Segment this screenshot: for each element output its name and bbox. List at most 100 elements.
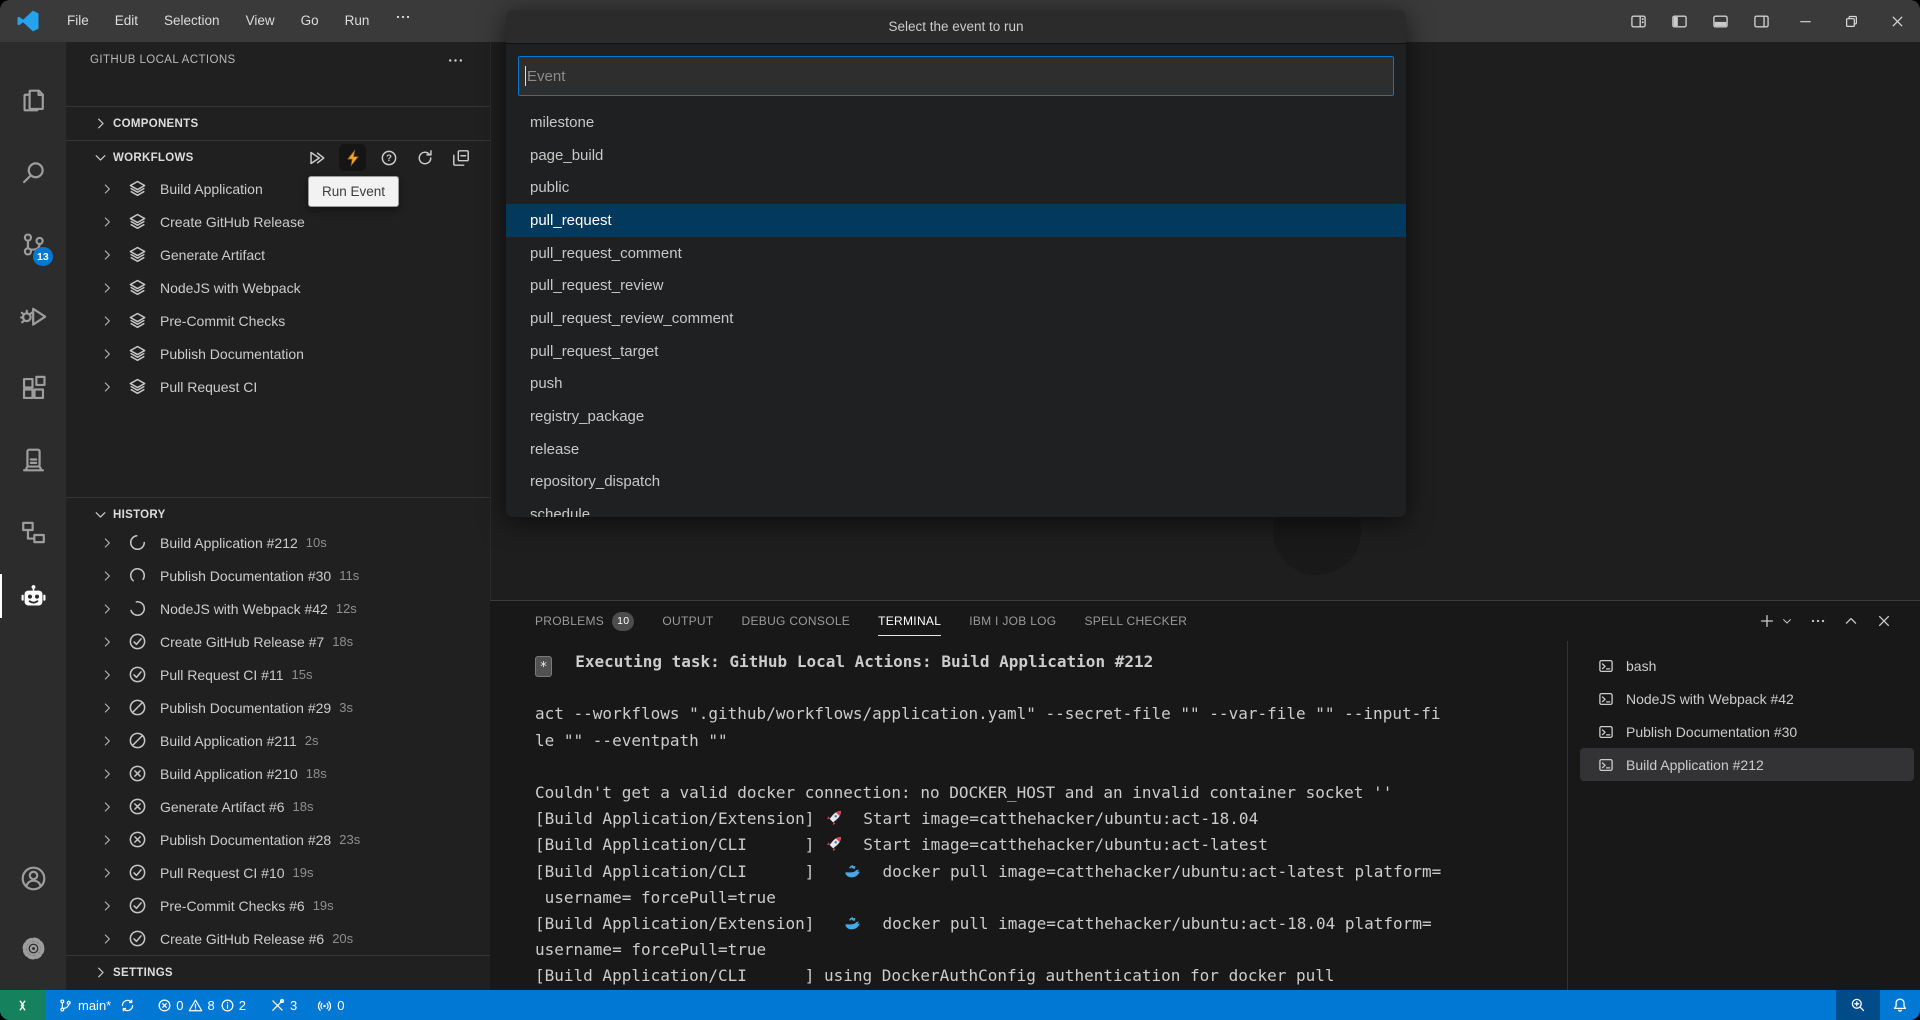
restore-button[interactable]	[1828, 0, 1874, 42]
panel-tab-terminal[interactable]: TERMINAL	[878, 601, 941, 641]
broadcast-status-item[interactable]: 0	[310, 990, 351, 1020]
quickpick-item-milestone[interactable]: milestone	[506, 106, 1406, 139]
terminal-line: [Build Application/CLI ] using DockerAut…	[535, 963, 1565, 989]
quickpick-item-repository-dispatch[interactable]: repository_dispatch	[506, 466, 1406, 499]
quickpick-item-label: pull_request_review_comment	[530, 310, 733, 327]
close-panel-icon[interactable]	[1876, 613, 1892, 629]
activitybar-item-gear-icon[interactable]	[0, 924, 66, 972]
history-item-nodejs-with-webpack-42[interactable]: NodeJS with Webpack #4212s	[66, 592, 490, 625]
activitybar-item-source-control-icon[interactable]: 13	[0, 220, 66, 268]
quickpick-item-label: public	[530, 179, 569, 196]
problems-status-item[interactable]: 0 8 2	[150, 990, 253, 1020]
toggle-sidebar-icon[interactable]	[1671, 13, 1688, 30]
history-item-generate-artifact-6[interactable]: Generate Artifact #618s	[66, 790, 490, 823]
terminal-list-item-nodejs-with-webpack-42[interactable]: NodeJS with Webpack #42	[1580, 682, 1914, 715]
branch-icon	[58, 998, 73, 1013]
section-components[interactable]: COMPONENTS	[66, 107, 490, 140]
terminal-list-item-publish-documentation-30[interactable]: Publish Documentation #30	[1580, 715, 1914, 748]
customize-layout-icon[interactable]	[1630, 13, 1647, 30]
quickpick-input[interactable]: Event	[518, 56, 1394, 96]
quickpick-item-public[interactable]: public	[506, 171, 1406, 204]
branch-status-item[interactable]: main*	[51, 990, 142, 1020]
activitybar-item-server-icon[interactable]	[0, 436, 66, 484]
workflow-tool-question-icon[interactable]: ?	[375, 144, 402, 171]
menu-selection[interactable]: Selection	[151, 6, 233, 36]
history-item-publish-documentation-30[interactable]: Publish Documentation #3011s	[66, 559, 490, 592]
panel-tab-spell-checker[interactable]: SPELL CHECKER	[1084, 601, 1187, 641]
quickpick-item-pull-request-review[interactable]: pull_request_review	[506, 269, 1406, 302]
menu-run[interactable]: Run	[332, 6, 383, 36]
quickpick-item-pull-request-review-comment[interactable]: pull_request_review_comment	[506, 302, 1406, 335]
maximize-panel-icon[interactable]	[1843, 613, 1859, 629]
workflow-tool-lightning-icon[interactable]	[339, 144, 366, 171]
success-status-icon	[128, 632, 147, 651]
panel-tab-problems[interactable]: PROBLEMS10	[535, 601, 634, 641]
menu-view[interactable]: View	[233, 6, 288, 36]
quickpick-item-pull-request-comment[interactable]: pull_request_comment	[506, 237, 1406, 270]
history-item-create-github-release-6[interactable]: Create GitHub Release #620s	[66, 922, 490, 955]
history-duration: 3s	[339, 700, 353, 715]
activitybar-item-robot-icon[interactable]	[0, 572, 66, 620]
terminal-list-item-bash[interactable]: bash	[1580, 649, 1914, 682]
history-item-pull-request-ci-11[interactable]: Pull Request CI #1115s	[66, 658, 490, 691]
workflow-item-generate-artifact[interactable]: Generate Artifact	[66, 238, 490, 271]
close-window-button[interactable]	[1874, 0, 1920, 42]
search-icon	[20, 159, 47, 186]
workflow-item-create-github-release[interactable]: Create GitHub Release	[66, 205, 490, 238]
activitybar-item-search-icon[interactable]	[0, 148, 66, 196]
terminal-list-item-build-application-212[interactable]: Build Application #212	[1580, 748, 1914, 781]
workflow-tool-refresh-icon[interactable]	[411, 144, 438, 171]
new-terminal-button[interactable]	[1759, 613, 1775, 629]
history-item-publish-documentation-28[interactable]: Publish Documentation #2823s	[66, 823, 490, 856]
toggle-secondary-sidebar-icon[interactable]	[1753, 13, 1770, 30]
workflow-item-nodejs-with-webpack[interactable]: NodeJS with Webpack	[66, 271, 490, 304]
workflow-item-pull-request-ci[interactable]: Pull Request CI	[66, 370, 490, 403]
toggle-panel-icon[interactable]	[1712, 13, 1729, 30]
history-item-build-application-211[interactable]: Build Application #2112s	[66, 724, 490, 757]
quickpick-item-registry-package[interactable]: registry_package	[506, 400, 1406, 433]
history-item-pre-commit-checks-6[interactable]: Pre-Commit Checks #619s	[66, 889, 490, 922]
section-workflows[interactable]: WORKFLOWS ?	[66, 141, 490, 174]
activitybar-item-account-icon[interactable]	[0, 854, 66, 902]
menu-edit[interactable]: Edit	[102, 6, 151, 36]
activitybar-item-hierarchy-icon[interactable]	[0, 508, 66, 556]
history-item-build-application-210[interactable]: Build Application #21018s	[66, 757, 490, 790]
workflow-tool-run-all-icon[interactable]	[303, 144, 330, 171]
menu-overflow-button[interactable]	[382, 6, 424, 36]
quickpick-item-push[interactable]: push	[506, 368, 1406, 401]
remote-indicator[interactable]	[0, 990, 45, 1020]
quickpick-title: Select the event to run	[506, 10, 1406, 44]
workflow-item-pre-commit-checks[interactable]: Pre-Commit Checks	[66, 304, 490, 337]
tools-status-item[interactable]: 3	[263, 990, 304, 1020]
task-marker: *	[535, 656, 552, 677]
quickpick-item-release[interactable]: release	[506, 433, 1406, 466]
history-item-publish-documentation-29[interactable]: Publish Documentation #293s	[66, 691, 490, 724]
panel-more-actions-icon[interactable]	[1810, 613, 1826, 629]
quickpick-item-page-build[interactable]: page_build	[506, 139, 1406, 172]
sidebar-more-actions-icon[interactable]	[447, 52, 464, 69]
activitybar-item-run-debug-icon[interactable]	[0, 292, 66, 340]
activitybar-item-extensions-icon[interactable]	[0, 364, 66, 412]
notifications-status-item[interactable]	[1880, 990, 1920, 1020]
minimize-button[interactable]	[1782, 0, 1828, 42]
panel-tab-debug-console[interactable]: DEBUG CONSOLE	[742, 601, 851, 641]
quickpick-item-pull-request-target[interactable]: pull_request_target	[506, 335, 1406, 368]
menu-go[interactable]: Go	[288, 6, 332, 36]
quickpick-item-schedule[interactable]: schedule	[506, 498, 1406, 517]
panel-tab-ibm-i-job-log[interactable]: IBM I JOB LOG	[969, 601, 1056, 641]
terminal-dropdown-icon[interactable]	[1781, 615, 1793, 627]
menu-file[interactable]: File	[54, 6, 102, 36]
terminal-line: Couldn't get a valid docker connection: …	[535, 780, 1565, 806]
workflow-item-publish-documentation[interactable]: Publish Documentation	[66, 337, 490, 370]
terminal-output[interactable]: * Executing task: GitHub Local Actions: …	[535, 649, 1565, 989]
history-item-pull-request-ci-10[interactable]: Pull Request CI #1019s	[66, 856, 490, 889]
panel-tab-output[interactable]: OUTPUT	[662, 601, 713, 641]
workflow-item-build-application[interactable]: Build Application	[66, 172, 490, 205]
zoom-status-item[interactable]	[1836, 990, 1880, 1020]
workflow-tool-collapse-all-icon[interactable]	[447, 144, 474, 171]
section-settings[interactable]: SETTINGS	[66, 956, 490, 989]
quickpick-item-pull-request[interactable]: pull_request	[506, 204, 1406, 237]
history-item-create-github-release-7[interactable]: Create GitHub Release #718s	[66, 625, 490, 658]
history-item-build-application-212[interactable]: Build Application #21210s	[66, 526, 490, 559]
activitybar-item-files-icon[interactable]	[0, 76, 66, 124]
